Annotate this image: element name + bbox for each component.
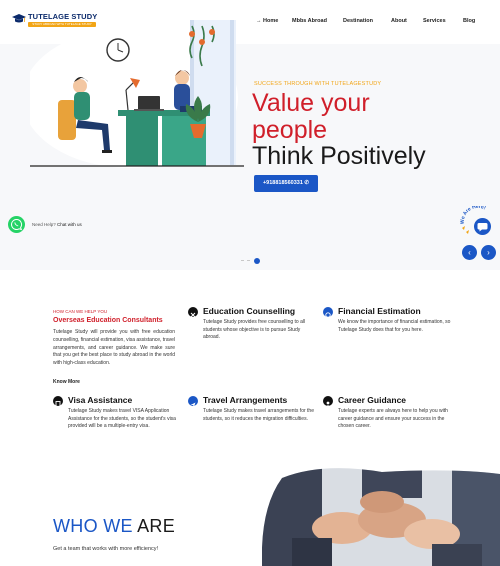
hero-headline-line1: Value your bbox=[252, 89, 370, 117]
travel-icon bbox=[188, 396, 198, 407]
slider-dot-2[interactable] bbox=[247, 260, 250, 261]
live-chat-button[interactable] bbox=[474, 218, 491, 235]
education-icon bbox=[188, 307, 198, 318]
service-desc: Tutelage experts are always here to help… bbox=[338, 408, 448, 430]
service-title: Education Counselling bbox=[203, 306, 296, 316]
service-title: Career Guidance bbox=[338, 395, 407, 405]
nav-home[interactable]: → Home bbox=[256, 18, 278, 24]
chat-icon bbox=[477, 223, 488, 232]
financial-icon bbox=[323, 307, 333, 318]
hero-kicker: SUCCESS THROUGH WITH TUTELAGESTUDY bbox=[254, 81, 382, 87]
career-icon bbox=[323, 396, 333, 407]
whatsapp-button[interactable] bbox=[8, 216, 25, 233]
service-desc: Tutelage Study provides free counselling… bbox=[203, 319, 306, 341]
visa-icon bbox=[53, 396, 63, 407]
know-more-link[interactable]: Know More bbox=[53, 379, 80, 385]
slider-dots bbox=[241, 258, 261, 264]
service-title: Financial Estimation bbox=[338, 306, 421, 316]
slider-prev-button[interactable]: ‹ bbox=[462, 245, 477, 260]
nav-blog[interactable]: Blog bbox=[463, 18, 475, 24]
nav-about[interactable]: About bbox=[391, 18, 407, 24]
hero-headline-line3: Think Positively bbox=[252, 142, 426, 170]
help-kicker: HOW CAN WE HELP YOU bbox=[53, 309, 108, 314]
service-desc: Tutelage Study makes travel arrangements… bbox=[203, 408, 314, 422]
service-title: Travel Arrangements bbox=[203, 395, 288, 405]
whatsapp-label: Chat with us bbox=[57, 222, 82, 227]
nav-destination[interactable]: Destination bbox=[343, 18, 373, 24]
hero-headline-line2: people bbox=[252, 116, 328, 144]
who-we-are-subtitle: Get a team that works with more efficien… bbox=[53, 546, 159, 552]
office-illustration bbox=[30, 20, 244, 168]
call-phone-button[interactable]: +918818560331 ✆ bbox=[254, 175, 318, 192]
team-hands-photo bbox=[262, 468, 500, 566]
help-body: Tutelage Study will provide you with fre… bbox=[53, 329, 176, 367]
who-title-part2: ARE bbox=[137, 516, 176, 536]
slider-dot-1[interactable] bbox=[241, 260, 244, 261]
who-title-part1: WHO WE bbox=[53, 516, 138, 536]
slider-next-button[interactable]: › bbox=[481, 245, 496, 260]
whatsapp-icon bbox=[11, 218, 23, 231]
help-title: Overseas Education Consultants bbox=[53, 317, 163, 324]
slider-dot-3-active[interactable] bbox=[254, 258, 260, 264]
nav-mbbs-abroad[interactable]: Mbbs Abroad bbox=[292, 18, 327, 24]
whatsapp-prefix: Need Help? bbox=[32, 222, 56, 227]
whatsapp-chat-text[interactable]: Need Help? Chat with us bbox=[32, 222, 82, 227]
who-we-are-title: WHO WE ARE bbox=[53, 516, 175, 537]
service-title: Visa Assistance bbox=[68, 395, 133, 405]
service-desc: Tutelage Study makes travel VISA Applica… bbox=[68, 408, 176, 430]
service-desc: We know the importance of financial esti… bbox=[338, 319, 451, 333]
nav-services[interactable]: Services bbox=[423, 18, 446, 24]
